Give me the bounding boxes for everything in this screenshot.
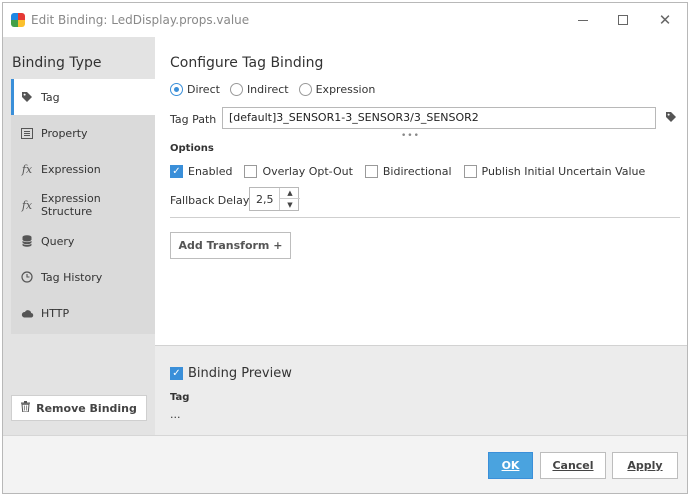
checkbox-box (463, 165, 477, 178)
binding-type-query[interactable]: Query (11, 223, 155, 259)
trash-icon (21, 401, 31, 415)
fx-icon: fx (21, 198, 33, 212)
binding-preview-label: Binding Preview (188, 366, 292, 381)
checkbox-box (364, 165, 378, 178)
radio-expression[interactable]: Expression (298, 83, 382, 96)
binding-type-label: Query (41, 234, 75, 248)
configure-panel: Configure Tag Binding Direct Indirect Ex… (155, 37, 687, 345)
minimize-icon (578, 19, 588, 21)
close-icon: ✕ (658, 11, 672, 29)
radio-label: Expression (315, 83, 376, 96)
radio-dot (298, 83, 312, 96)
tag-browse-button[interactable] (665, 111, 677, 126)
tag-icon (666, 112, 676, 122)
radio-direct[interactable]: Direct (170, 83, 226, 96)
fx-icon: fx (21, 162, 33, 176)
tag-icon (19, 91, 35, 103)
apply-label: Apply (627, 459, 663, 472)
app-logo-icon (11, 13, 25, 27)
enabled-checkbox[interactable]: ✓ Enabled (170, 165, 232, 178)
binding-type-panel: Binding Type Tag Property fx Expression … (3, 37, 155, 435)
mode-radio-group: Direct Indirect Expression (170, 83, 385, 96)
checkbox-box (244, 165, 258, 178)
ok-label: OK (501, 459, 520, 472)
binding-type-label: Tag (41, 90, 60, 104)
bidirectional-checkbox[interactable]: Bidirectional (364, 165, 452, 178)
dialog-footer: OK Cancel Apply (3, 435, 687, 493)
database-icon (19, 235, 35, 247)
binding-type-property[interactable]: Property (11, 115, 155, 151)
binding-type-heading: Binding Type (12, 55, 102, 71)
tag-path-label: Tag Path (170, 113, 217, 126)
stepper-down-icon[interactable]: ▼ (280, 199, 300, 210)
radio-label: Direct (187, 83, 220, 96)
clock-icon (19, 271, 35, 283)
binding-type-tag-history[interactable]: Tag History (11, 259, 155, 295)
apply-button[interactable]: Apply (612, 452, 678, 479)
maximize-icon (618, 15, 628, 25)
binding-type-label: Expression (41, 162, 101, 176)
checkbox-label: Enabled (188, 165, 233, 178)
preview-tag-label: Tag (170, 392, 190, 403)
preview-value: ... (170, 408, 181, 421)
binding-type-tag[interactable]: Tag (11, 79, 155, 115)
resize-handle-icon[interactable]: ••• (401, 131, 420, 141)
checkmark-icon: ✓ (170, 367, 183, 380)
minimize-button[interactable] (571, 9, 595, 31)
cancel-button[interactable]: Cancel (540, 452, 606, 479)
tag-path-input[interactable]: [default]3_SENSOR1-3_SENSOR3/3_SENSOR2 (222, 107, 656, 129)
fallback-delay-stepper[interactable]: 2,5 ▲ ▼ (249, 187, 300, 211)
publish-initial-uncertain-checkbox[interactable]: Publish Initial Uncertain Value (463, 165, 646, 178)
binding-type-label: Expression Structure (40, 192, 101, 218)
divider (170, 217, 680, 218)
radio-dot (170, 83, 183, 96)
binding-type-label: HTTP (41, 306, 70, 320)
binding-type-label: Property (41, 126, 88, 140)
radio-indirect[interactable]: Indirect (229, 83, 295, 96)
add-transform-button[interactable]: Add Transform + (170, 232, 291, 259)
checkbox-label: Publish Initial Uncertain Value (481, 165, 646, 178)
remove-binding-label: Remove Binding (36, 401, 137, 415)
ok-button[interactable]: OK (488, 452, 533, 479)
binding-type-label: Tag History (41, 270, 103, 284)
fallback-delay-label: Fallback Delay (170, 194, 250, 207)
cloud-icon (19, 309, 35, 318)
title-bar: Edit Binding: LedDisplay.props.value ✕ (3, 3, 687, 37)
binding-preview-panel: ✓ Binding Preview Tag ... (155, 345, 687, 435)
binding-preview-checkbox[interactable]: ✓ Binding Preview (170, 366, 292, 381)
config-title: Configure Tag Binding (170, 55, 324, 71)
binding-type-expression[interactable]: fx Expression (11, 151, 155, 187)
options-label: Options (170, 143, 214, 154)
radio-label: Indirect (246, 83, 289, 96)
checkbox-label: Overlay Opt-Out (262, 165, 353, 178)
checkmark-icon: ✓ (170, 165, 183, 178)
binding-type-http[interactable]: HTTP (11, 295, 155, 331)
remove-binding-button[interactable]: Remove Binding (11, 395, 147, 421)
overlay-opt-out-checkbox[interactable]: Overlay Opt-Out (244, 165, 353, 178)
radio-dot (229, 83, 243, 96)
list-icon (19, 127, 35, 139)
edit-binding-dialog: Edit Binding: LedDisplay.props.value ✕ B… (2, 2, 688, 494)
cancel-label: Cancel (552, 459, 594, 472)
fallback-delay-value[interactable]: 2,5 (256, 193, 274, 206)
stepper-arrows: ▲ ▼ (279, 188, 300, 210)
stepper-up-icon[interactable]: ▲ (280, 188, 300, 199)
binding-type-list: Tag Property fx Expression fx Expression… (11, 79, 155, 334)
window-title: Edit Binding: LedDisplay.props.value (31, 13, 250, 27)
checkbox-label: Bidirectional (382, 165, 452, 178)
maximize-button[interactable] (611, 9, 635, 31)
close-button[interactable]: ✕ (653, 9, 677, 31)
options-checkbox-group: ✓ Enabled Overlay Opt-Out Bidirectional … (170, 165, 657, 178)
binding-type-expression-structure[interactable]: fx Expression Structure (11, 187, 155, 223)
